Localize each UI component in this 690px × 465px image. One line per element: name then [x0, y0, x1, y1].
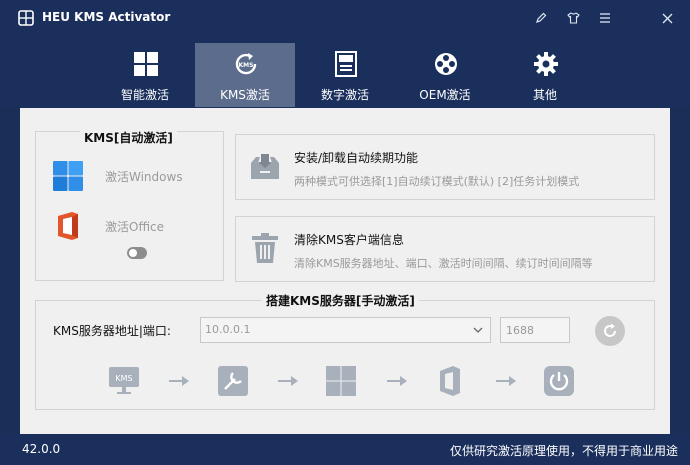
- auto-renew-card[interactable]: 安装/卸载自动续期功能 两种模式可供选择[1]自动续订模式(默认) [2]任务计…: [235, 134, 655, 200]
- digital-license-icon: [335, 51, 357, 77]
- tab-label: KMS激活: [220, 88, 270, 102]
- tab-label: 数字激活: [320, 88, 369, 102]
- title-bar: HEU KMS Activator: [0, 0, 690, 36]
- status-bar: 42.0.0 仅供研究激活原理使用，不得用于商业用途: [0, 434, 690, 465]
- kms-server-title: 搭建KMS服务器[手动激活]: [262, 292, 419, 309]
- power-icon: [544, 366, 574, 396]
- kms-refresh-icon: KMS: [235, 53, 257, 75]
- main-panel: 激活Windows 激活Office KMS[自动激活] 安装/卸载自动续期功能…: [20, 108, 670, 434]
- app-logo-icon: [18, 10, 34, 26]
- server-address-label: KMS服务器地址|端口:: [53, 324, 171, 338]
- tab-strip: 智能激活 KMS KMS激活 数字激活 OEM激活 其他: [0, 36, 690, 108]
- arrow-right-icon: [169, 376, 189, 386]
- clear-title: 清除KMS客户端信息: [294, 233, 404, 247]
- server-address-select[interactable]: 10.0.0.1: [200, 317, 491, 343]
- tab-smart-activation[interactable]: 智能激活: [95, 43, 195, 107]
- office-step-icon: [440, 366, 460, 396]
- kms-auto-title: KMS[自动激活]: [80, 129, 177, 146]
- tab-other[interactable]: 其他: [495, 43, 595, 107]
- windows-icon: [53, 161, 83, 191]
- menu-button[interactable]: [594, 7, 616, 29]
- tab-digital-activation[interactable]: 数字激活: [295, 43, 395, 107]
- skin-button[interactable]: [562, 7, 584, 29]
- windows-grid-icon: [134, 52, 158, 76]
- clear-client-card[interactable]: 清除KMS客户端信息 清除KMS服务器地址、端口、激活时间间隔、续订时间间隔等: [235, 216, 655, 282]
- close-button[interactable]: [656, 7, 678, 29]
- tab-oem-activation[interactable]: OEM激活: [395, 43, 495, 107]
- usage-note: 仅供研究激活原理使用，不得用于商业用途: [449, 444, 678, 458]
- tab-label: OEM激活: [419, 88, 471, 102]
- arrow-right-icon: [496, 376, 516, 386]
- chevron-down-icon: [473, 327, 483, 333]
- renew-title: 安装/卸载自动续期功能: [294, 151, 419, 165]
- menu-icon: [600, 13, 610, 23]
- server-address-value: 10.0.0.1: [205, 323, 251, 336]
- oem-reel-icon: [435, 53, 457, 75]
- refresh-button[interactable]: [595, 316, 625, 346]
- svg-text:KMS: KMS: [239, 62, 254, 69]
- server-port-field[interactable]: [500, 317, 570, 343]
- arrow-right-icon: [278, 376, 298, 386]
- activate-office-button[interactable]: 激活Office: [52, 208, 212, 244]
- windows-step-icon: [326, 366, 356, 396]
- app-title: HEU KMS Activator: [42, 10, 171, 24]
- activate-windows-button[interactable]: 激活Windows: [52, 158, 212, 194]
- activate-office-label: 激活Office: [105, 220, 165, 234]
- tab-kms-activation[interactable]: KMS KMS激活: [195, 43, 295, 107]
- edit-button[interactable]: [530, 7, 552, 29]
- clear-desc: 清除KMS服务器地址、端口、激活时间间隔、续订时间间隔等: [294, 257, 593, 270]
- tab-label: 其他: [532, 88, 557, 102]
- kms-auto-group: 激活Windows 激活Office: [35, 131, 224, 281]
- office-icon: [58, 212, 78, 240]
- trash-icon: [252, 233, 278, 263]
- edit-icon: [536, 12, 547, 23]
- close-icon: [662, 13, 672, 23]
- activate-windows-label: 激活Windows: [105, 170, 183, 184]
- arrow-right-icon: [387, 376, 407, 386]
- install-tool-icon: [218, 366, 248, 396]
- svg-text:KMS: KMS: [115, 374, 132, 383]
- kms-monitor-icon: KMS: [109, 367, 139, 394]
- renew-desc: 两种模式可供选择[1]自动续订模式(默认) [2]任务计划模式: [294, 175, 580, 188]
- gear-icon: [534, 52, 558, 76]
- kms-auto-toggle[interactable]: [127, 247, 147, 259]
- refresh-icon: [604, 323, 616, 337]
- shirt-icon: [566, 12, 580, 24]
- install-box-icon: [251, 154, 279, 179]
- version-label: 42.0.0: [22, 442, 61, 456]
- tab-label: 智能激活: [120, 88, 169, 102]
